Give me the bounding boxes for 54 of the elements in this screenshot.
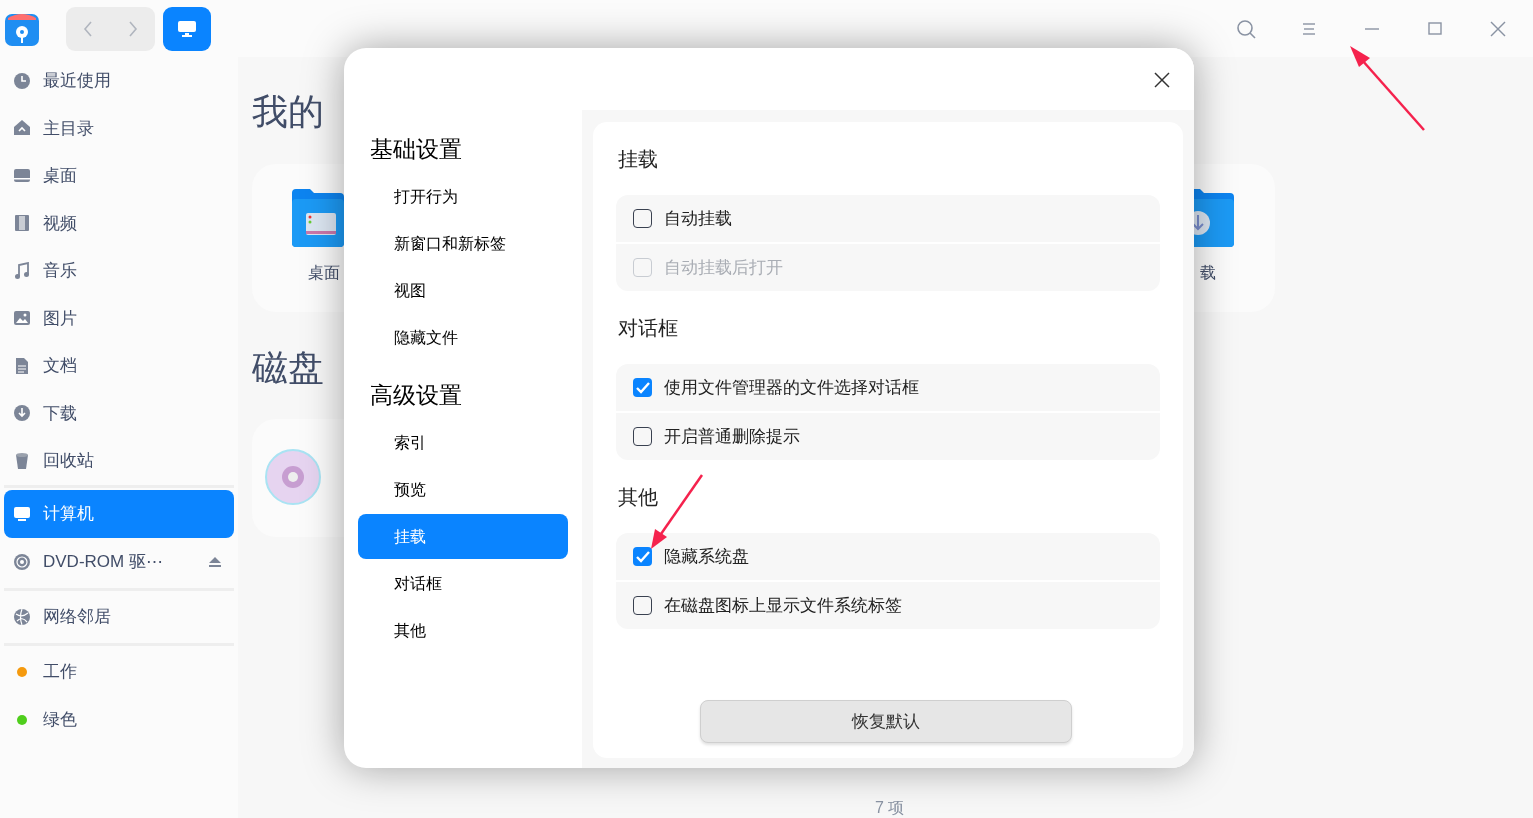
option-label: 隐藏系统盘 [664, 545, 749, 568]
sidebar-item[interactable]: DVD-ROM 驱⋯ [4, 537, 234, 586]
nav-item[interactable]: 打开行为 [358, 174, 568, 219]
sidebar-item[interactable]: 主目录 [4, 104, 234, 152]
section-title: 其他 [618, 485, 659, 510]
nav-item[interactable]: 视图 [358, 268, 568, 313]
nav-heading: 高级设置 [369, 380, 463, 410]
sidebar-label: 主目录 [43, 117, 95, 140]
option-label: 自动挂载后打开 [664, 256, 783, 279]
sidebar-item[interactable]: 工作 [4, 647, 234, 696]
folder-label: 桌面 [308, 263, 340, 283]
sidebar-item[interactable]: 绿色 [4, 695, 234, 744]
sidebar-item[interactable]: 最近使用 [4, 57, 234, 105]
option-label: 使用文件管理器的文件选择对话框 [664, 376, 919, 399]
sidebar-label: 音乐 [43, 260, 78, 282]
section-title: 我的 [252, 90, 324, 134]
sidebar-item[interactable]: 下载 [4, 389, 234, 437]
nav-item[interactable]: 挂载 [358, 514, 568, 559]
sidebar-item[interactable]: 音乐 [4, 247, 234, 295]
nav-item[interactable]: 其他 [358, 608, 568, 653]
sidebar-item[interactable]: 计算机 [4, 489, 234, 538]
nav-item[interactable]: 新窗口和新标签 [358, 221, 568, 266]
option-label: 自动挂载 [664, 207, 732, 230]
section-title: 挂载 [618, 147, 659, 172]
sidebar-label: 视频 [43, 212, 78, 235]
nav-item[interactable]: 对话框 [358, 561, 568, 606]
nav-item[interactable]: 隐藏文件 [358, 315, 568, 360]
section-title: 对话框 [618, 316, 679, 341]
sidebar-label: 计算机 [43, 502, 95, 525]
sidebar-label: 文档 [43, 355, 78, 377]
nav-item[interactable]: 预览 [358, 467, 568, 512]
sidebar-item[interactable]: 网络邻居 [4, 592, 234, 641]
option-label: 开启普通删除提示 [664, 425, 800, 448]
sidebar-item[interactable]: 桌面 [4, 152, 234, 200]
sidebar-label: 绿色 [43, 708, 78, 731]
sidebar-label: 工作 [43, 660, 78, 683]
sidebar-item[interactable]: 视频 [4, 199, 234, 247]
reset-button[interactable]: 恢复默认 [700, 700, 1072, 743]
sidebar-label: 图片 [43, 307, 78, 330]
sidebar-item[interactable]: 图片 [4, 294, 234, 342]
sidebar-item[interactable]: 回收站 [4, 437, 234, 485]
sidebar-label: 下载 [43, 402, 78, 425]
item-count: 7 项 [875, 798, 905, 818]
sidebar-label: 网络邻居 [43, 605, 112, 628]
folder-label: 载 [1200, 263, 1216, 283]
section-title: 磁盘 [252, 346, 324, 390]
sidebar-item[interactable]: 文档 [4, 342, 234, 390]
sidebar-label: 桌面 [43, 165, 78, 187]
sidebar-label: 回收站 [43, 450, 95, 472]
sidebar-label: 最近使用 [43, 70, 112, 92]
option-label: 在磁盘图标上显示文件系统标签 [664, 594, 902, 617]
sidebar-label: DVD-ROM 驱⋯ [43, 550, 164, 573]
nav-heading: 基础设置 [369, 134, 463, 164]
nav-item[interactable]: 索引 [358, 420, 568, 465]
